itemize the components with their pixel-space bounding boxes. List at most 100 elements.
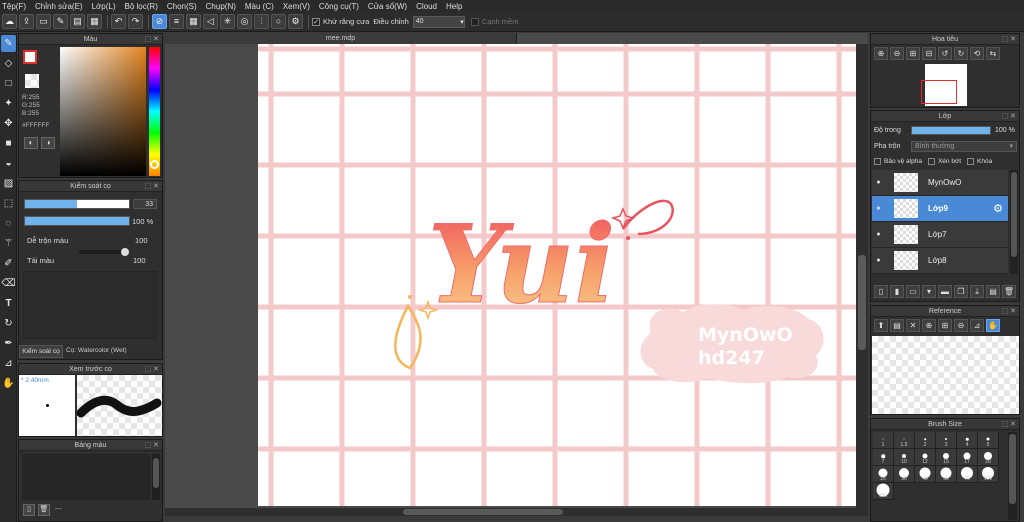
close-icon[interactable]: ✕ <box>906 319 920 332</box>
select-pen-tool-icon[interactable]: ✐ <box>1 255 16 272</box>
layer-blend-select[interactable]: Bình thường ▾ <box>911 141 1017 152</box>
layer-row[interactable]: ● Lớp8 <box>872 248 1008 274</box>
document-tab[interactable]: mee.mdp <box>165 33 517 44</box>
new-8bit-layer-icon[interactable]: ▮ <box>890 285 904 298</box>
select-rect-tool-icon[interactable]: ⬚ <box>1 195 16 212</box>
menu-help[interactable]: Help <box>446 2 462 11</box>
rotate-right-icon[interactable]: ↻ <box>954 47 968 60</box>
soft-edge-checkbox[interactable] <box>470 17 479 26</box>
blend-slider[interactable] <box>79 248 129 256</box>
redo-icon[interactable]: ↷ <box>128 14 143 29</box>
brush-size-scrollbar[interactable] <box>1008 432 1017 520</box>
undo-icon[interactable]: ↶ <box>111 14 126 29</box>
panel-controls-icon[interactable]: ⬚ ✕ <box>1002 307 1016 315</box>
layer-row[interactable]: ● MynOwO <box>872 170 1008 196</box>
palette-scrollbar[interactable] <box>152 454 160 500</box>
menu-select[interactable]: Chọn(S) <box>167 2 197 11</box>
brush-size-value[interactable]: 33 <box>133 199 157 209</box>
no-ruler-icon[interactable]: ⊘ <box>152 14 167 29</box>
concentric-ruler-icon[interactable]: ◎ <box>237 14 252 29</box>
brush-size-preset[interactable]: 25 <box>873 466 894 483</box>
brush-size-preset[interactable]: 4 <box>957 432 978 449</box>
visibility-icon[interactable]: ● <box>872 257 885 264</box>
folder-icon[interactable]: ▬ <box>938 285 952 298</box>
brush-size-preset[interactable]: 5 <box>978 432 999 449</box>
color-mode-icon[interactable]: ◐ <box>24 137 38 149</box>
menu-edit[interactable]: Chỉnh sửa(E) <box>35 2 83 11</box>
brush-opacity-slider[interactable] <box>24 216 130 226</box>
navigator-viewport[interactable] <box>921 80 957 104</box>
delete-layer-icon[interactable]: 🗑 <box>1002 285 1016 298</box>
chat-icon[interactable]: ▭ <box>36 14 51 29</box>
grid-ruler-icon[interactable]: ▦ <box>186 14 201 29</box>
window-icon[interactable]: ▤ <box>70 14 85 29</box>
visibility-icon[interactable]: ● <box>872 231 885 238</box>
export-icon[interactable]: ⇪ <box>19 14 34 29</box>
menu-view[interactable]: Xem(V) <box>283 2 310 11</box>
panel-controls-icon[interactable]: ⬚ ✕ <box>1002 35 1016 43</box>
import-canvas-icon[interactable]: ⬆ <box>874 319 888 332</box>
menu-layer[interactable]: Lớp(L) <box>92 2 116 11</box>
menu-window[interactable]: Cửa sổ(W) <box>368 2 407 11</box>
circle-ruler-icon[interactable]: ○ <box>271 14 286 29</box>
zoom-actual-icon[interactable]: ⊟ <box>922 47 936 60</box>
reference-canvas[interactable] <box>872 336 1019 414</box>
transform-tool-icon[interactable]: ↻ <box>1 315 16 332</box>
clipping-checkbox[interactable] <box>927 158 935 165</box>
saturation-value-picker[interactable] <box>60 47 146 176</box>
rotate-reset-icon[interactable]: ⟲ <box>970 47 984 60</box>
visibility-icon[interactable]: ● <box>872 179 885 186</box>
brush-tool-icon[interactable]: ✎ <box>1 35 16 52</box>
palette-area[interactable] <box>22 454 150 500</box>
brush-size-preset[interactable]: 1.5 <box>894 432 915 449</box>
hue-slider-handle[interactable] <box>150 160 159 169</box>
rect-tool-icon[interactable]: □ <box>1 75 16 92</box>
hue-slider[interactable] <box>149 47 160 176</box>
radial-ruler-icon[interactable]: ✳ <box>220 14 235 29</box>
color-settings-icon[interactable]: ◑ <box>41 137 55 149</box>
blend-slider-knob[interactable] <box>121 248 129 256</box>
flip-icon[interactable]: ⇆ <box>986 47 1000 60</box>
brush-size-preset[interactable]: 40 <box>915 466 936 483</box>
gradient-tool-icon[interactable]: ▨ <box>1 175 16 192</box>
brush-size-preset[interactable]: 30 <box>894 466 915 483</box>
layer-scroll-thumb[interactable] <box>1011 172 1017 257</box>
zoom-out-icon[interactable]: ⊖ <box>954 319 968 332</box>
eraser-tool-icon[interactable]: ◇ <box>1 55 16 72</box>
brush-size-preset[interactable]: 1 <box>873 432 894 449</box>
rotate-left-icon[interactable]: ↺ <box>938 47 952 60</box>
clear-layer-icon[interactable]: ▤ <box>986 285 1000 298</box>
grid-panel-icon[interactable]: ▦ <box>87 14 102 29</box>
zoom-fit-icon[interactable]: ⊞ <box>906 47 920 60</box>
delete-palette-icon[interactable]: 🗑 <box>38 504 50 516</box>
eyedropper-icon[interactable]: ⊿ <box>970 319 984 332</box>
brush-size-scroll-thumb[interactable] <box>1009 434 1016 504</box>
magic-wand-tool-icon[interactable]: ✦ <box>1 95 16 112</box>
layer-row-selected[interactable]: ● Lớp9 ⚙ <box>872 196 1008 222</box>
text-tool-icon[interactable]: T <box>1 295 16 312</box>
symmetry-ruler-icon[interactable]: ⫶ <box>254 14 269 29</box>
panel-controls-icon[interactable]: ⬚ ✕ <box>145 365 159 373</box>
menu-capture[interactable]: Chụp(N) <box>206 2 236 11</box>
open-file-icon[interactable]: ▤ <box>890 319 904 332</box>
new-layer-icon[interactable]: ▯ <box>874 285 888 298</box>
panel-controls-icon[interactable]: ⬚ ✕ <box>145 441 159 449</box>
visibility-icon[interactable]: ● <box>872 205 885 212</box>
protect-alpha-checkbox[interactable] <box>874 158 881 165</box>
brush-size-preset[interactable]: 3 <box>936 432 957 449</box>
brush-size-preset[interactable]: 2 <box>915 432 936 449</box>
panel-controls-icon[interactable]: ⬚ ✕ <box>1002 112 1016 120</box>
brush-size-preset[interactable]: 17 <box>957 449 978 466</box>
comment-icon[interactable]: ✎ <box>53 14 68 29</box>
lasso-tool-icon[interactable]: ◌ <box>1 215 16 232</box>
menu-tools[interactable]: Công cụ(T) <box>319 2 359 11</box>
panel-controls-icon[interactable]: ⬚ ✕ <box>145 35 159 43</box>
divider-tool-icon[interactable]: ✒ <box>1 335 16 352</box>
menu-file[interactable]: Tệp(F) <box>2 2 26 11</box>
settings-icon[interactable]: ⚙ <box>288 14 303 29</box>
panel-controls-icon[interactable]: ⬚ ✕ <box>145 182 159 190</box>
transparent-swatch[interactable] <box>25 74 39 88</box>
hand-tool-icon[interactable]: ✋ <box>1 375 16 392</box>
fill-rect-tool-icon[interactable]: ■ <box>1 135 16 152</box>
foreground-color-swatch[interactable] <box>23 50 37 64</box>
